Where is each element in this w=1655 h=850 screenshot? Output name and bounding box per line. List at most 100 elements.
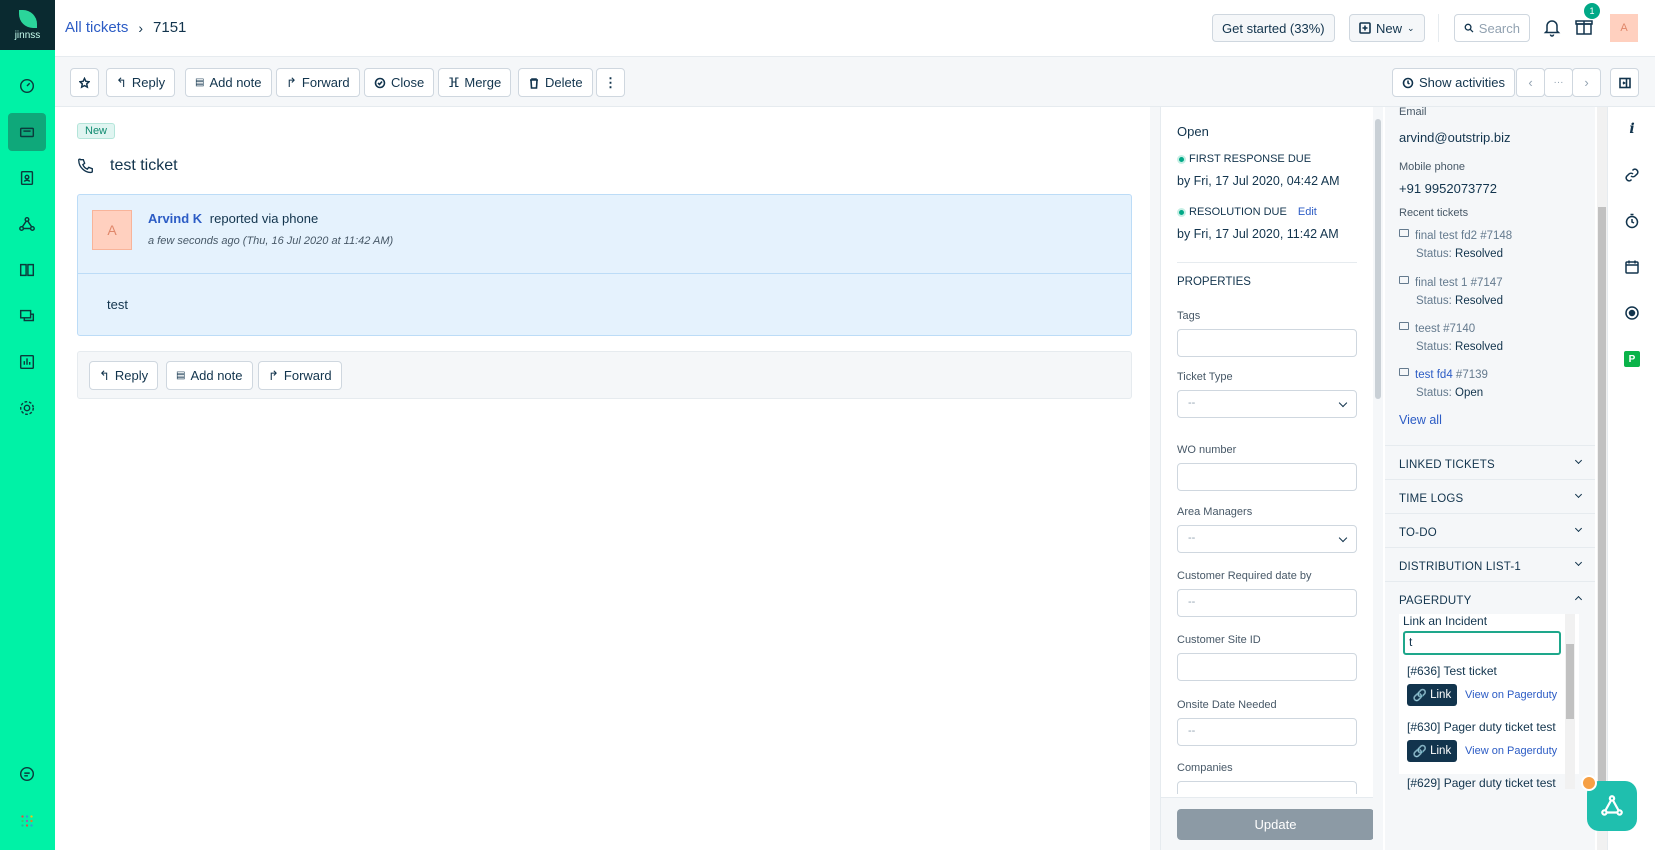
forward-icon: ↱ — [286, 74, 297, 90]
link-icon: 🔗 — [1412, 690, 1428, 702]
search-input[interactable]: Search — [1454, 14, 1530, 42]
breadcrumb-all-tickets[interactable]: All tickets — [65, 19, 128, 36]
contact-scrollbar[interactable] — [1597, 107, 1607, 850]
app-logo[interactable]: jinnss — [0, 0, 55, 50]
gift-badge: 1 — [1584, 3, 1600, 19]
recent-ticket-item[interactable]: teest #7140 — [1399, 322, 1475, 335]
tags-input[interactable] — [1177, 329, 1357, 357]
merge-button[interactable]: ⴼ Merge — [438, 68, 512, 97]
nav-forums-icon[interactable] — [8, 297, 46, 335]
incident-title: [#630] Pager duty ticket test — [1407, 720, 1556, 734]
pagerduty-app-icon[interactable]: P — [1624, 351, 1640, 367]
prev-ticket-button[interactable]: ‹ — [1516, 68, 1545, 97]
calendar-icon[interactable] — [1624, 259, 1640, 275]
gift-icon[interactable]: 1 — [1574, 3, 1600, 39]
recent-ticket-link[interactable]: test fd4 — [1415, 369, 1453, 381]
add-note-label: Add note — [209, 75, 262, 90]
more-vertical-icon: ⋮ — [604, 74, 617, 90]
bottom-add-note-button[interactable]: ▤ Add note — [166, 361, 253, 390]
onsite-date-label: Onsite Date Needed — [1177, 699, 1277, 711]
info-icon[interactable]: i — [1624, 121, 1640, 137]
link-incident-button[interactable]: 🔗 Link — [1407, 684, 1457, 706]
requester-avatar: A — [92, 210, 132, 250]
view-on-pagerduty-link[interactable]: View on Pagerduty — [1465, 689, 1557, 701]
section-time-logs[interactable]: TIME LOGS — [1385, 479, 1595, 513]
view-all-link[interactable]: View all — [1399, 413, 1442, 427]
scrollbar-thumb[interactable] — [1375, 119, 1381, 399]
divider — [1177, 262, 1357, 263]
recent-ticket-item[interactable]: final test fd2 #7148 — [1399, 229, 1512, 242]
timer-icon[interactable] — [1624, 213, 1640, 229]
show-activities-button[interactable]: Show activities — [1392, 68, 1515, 97]
star-button[interactable] — [70, 68, 99, 97]
help-widget-button[interactable] — [1581, 775, 1637, 831]
recent-ticket-item[interactable]: final test 1 #7147 — [1399, 276, 1503, 289]
companies-select[interactable] — [1177, 781, 1357, 794]
bottom-forward-button[interactable]: ↱ Forward — [258, 361, 342, 390]
scrollbar-thumb[interactable] — [1598, 207, 1606, 787]
pagerduty-scrollbar[interactable] — [1565, 614, 1575, 789]
ticket-nav-dots[interactable]: ··· — [1544, 68, 1573, 97]
link-icon[interactable] — [1624, 167, 1640, 183]
close-button[interactable]: Close — [364, 68, 435, 97]
message-timestamp: a few seconds ago (Thu, 16 Jul 2020 at 1… — [148, 235, 394, 247]
reply-button[interactable]: ↰ Reply — [106, 68, 176, 97]
nav-reports-icon[interactable] — [8, 343, 46, 381]
link-incident-button[interactable]: 🔗 Link — [1407, 740, 1457, 762]
onsite-date-input[interactable]: -- — [1177, 718, 1357, 746]
section-linked-tickets[interactable]: LINKED TICKETS — [1385, 445, 1595, 479]
nav-admin-icon[interactable] — [8, 389, 46, 427]
section-todo[interactable]: TO-DO — [1385, 513, 1595, 547]
update-button[interactable]: Update — [1177, 809, 1374, 840]
nav-chat-icon[interactable] — [8, 755, 46, 793]
notifications-bell-icon[interactable] — [1542, 17, 1562, 40]
resolution-edit-link[interactable]: Edit — [1298, 206, 1317, 218]
nav-apps-icon[interactable] — [8, 802, 46, 840]
first-response-label: FIRST RESPONSE DUE — [1177, 153, 1311, 165]
properties-scrollbar[interactable] — [1373, 107, 1383, 850]
merge-label: Merge — [464, 75, 502, 90]
integration-icon[interactable] — [1624, 305, 1640, 321]
get-started-button[interactable]: Get started (33%) — [1212, 14, 1335, 42]
chevron-down-icon — [1574, 456, 1583, 465]
view-on-pagerduty-link[interactable]: View on Pagerduty — [1465, 745, 1557, 757]
nav-groups-icon[interactable] — [8, 205, 46, 243]
ticket-icon — [1399, 322, 1409, 330]
note-icon: ▤ — [195, 77, 205, 88]
forward-icon: ↱ — [268, 367, 279, 383]
bottom-reply-button[interactable]: ↰ Reply — [89, 361, 159, 390]
nav-tickets-icon[interactable] — [8, 113, 46, 151]
scrollbar-thumb[interactable] — [1566, 644, 1574, 719]
add-note-button[interactable]: ▤ Add note — [185, 68, 272, 97]
section-distribution-list[interactable]: DISTRIBUTION LIST-1 — [1385, 547, 1595, 581]
new-button[interactable]: New ⌄ — [1349, 14, 1425, 42]
recent-ticket-status: Status: Resolved — [1416, 295, 1503, 307]
ticket-main: New test ticket A Arvind K reported via … — [55, 107, 1150, 850]
user-avatar[interactable]: A — [1610, 14, 1638, 42]
forward-button[interactable]: ↱ Forward — [276, 68, 360, 97]
nav-dashboard-icon[interactable] — [8, 67, 46, 105]
toggle-sidebar-button[interactable] — [1610, 68, 1639, 97]
recent-ticket-item[interactable]: test fd4 #7139 — [1399, 368, 1488, 381]
wo-number-input[interactable] — [1177, 463, 1357, 491]
more-options-button[interactable]: ⋮ — [596, 68, 625, 97]
area-managers-select[interactable]: -- — [1177, 525, 1357, 553]
customer-site-input[interactable] — [1177, 653, 1357, 681]
sla-dot-icon — [1177, 207, 1186, 217]
add-note-label: Add note — [190, 368, 243, 383]
recent-ticket-status: Status: Resolved — [1416, 341, 1503, 353]
network-icon — [1601, 795, 1623, 816]
nav-contacts-icon[interactable] — [8, 159, 46, 197]
top-bar: All tickets › 7151 Get started (33%) New… — [55, 0, 1655, 57]
ticket-type-select[interactable]: -- — [1177, 390, 1357, 418]
section-pagerduty[interactable]: PAGERDUTY — [1385, 581, 1595, 615]
pagerduty-search-input[interactable]: t — [1403, 631, 1561, 655]
chevron-left-icon: ‹ — [1528, 75, 1533, 90]
customer-required-input[interactable]: -- — [1177, 589, 1357, 617]
next-ticket-button[interactable]: › — [1572, 68, 1601, 97]
incident-title: [#636] Test ticket — [1407, 664, 1497, 678]
delete-button[interactable]: Delete — [518, 68, 593, 97]
requester-name[interactable]: Arvind K — [148, 211, 202, 226]
clock-icon — [1402, 77, 1414, 88]
nav-solutions-icon[interactable] — [8, 251, 46, 289]
